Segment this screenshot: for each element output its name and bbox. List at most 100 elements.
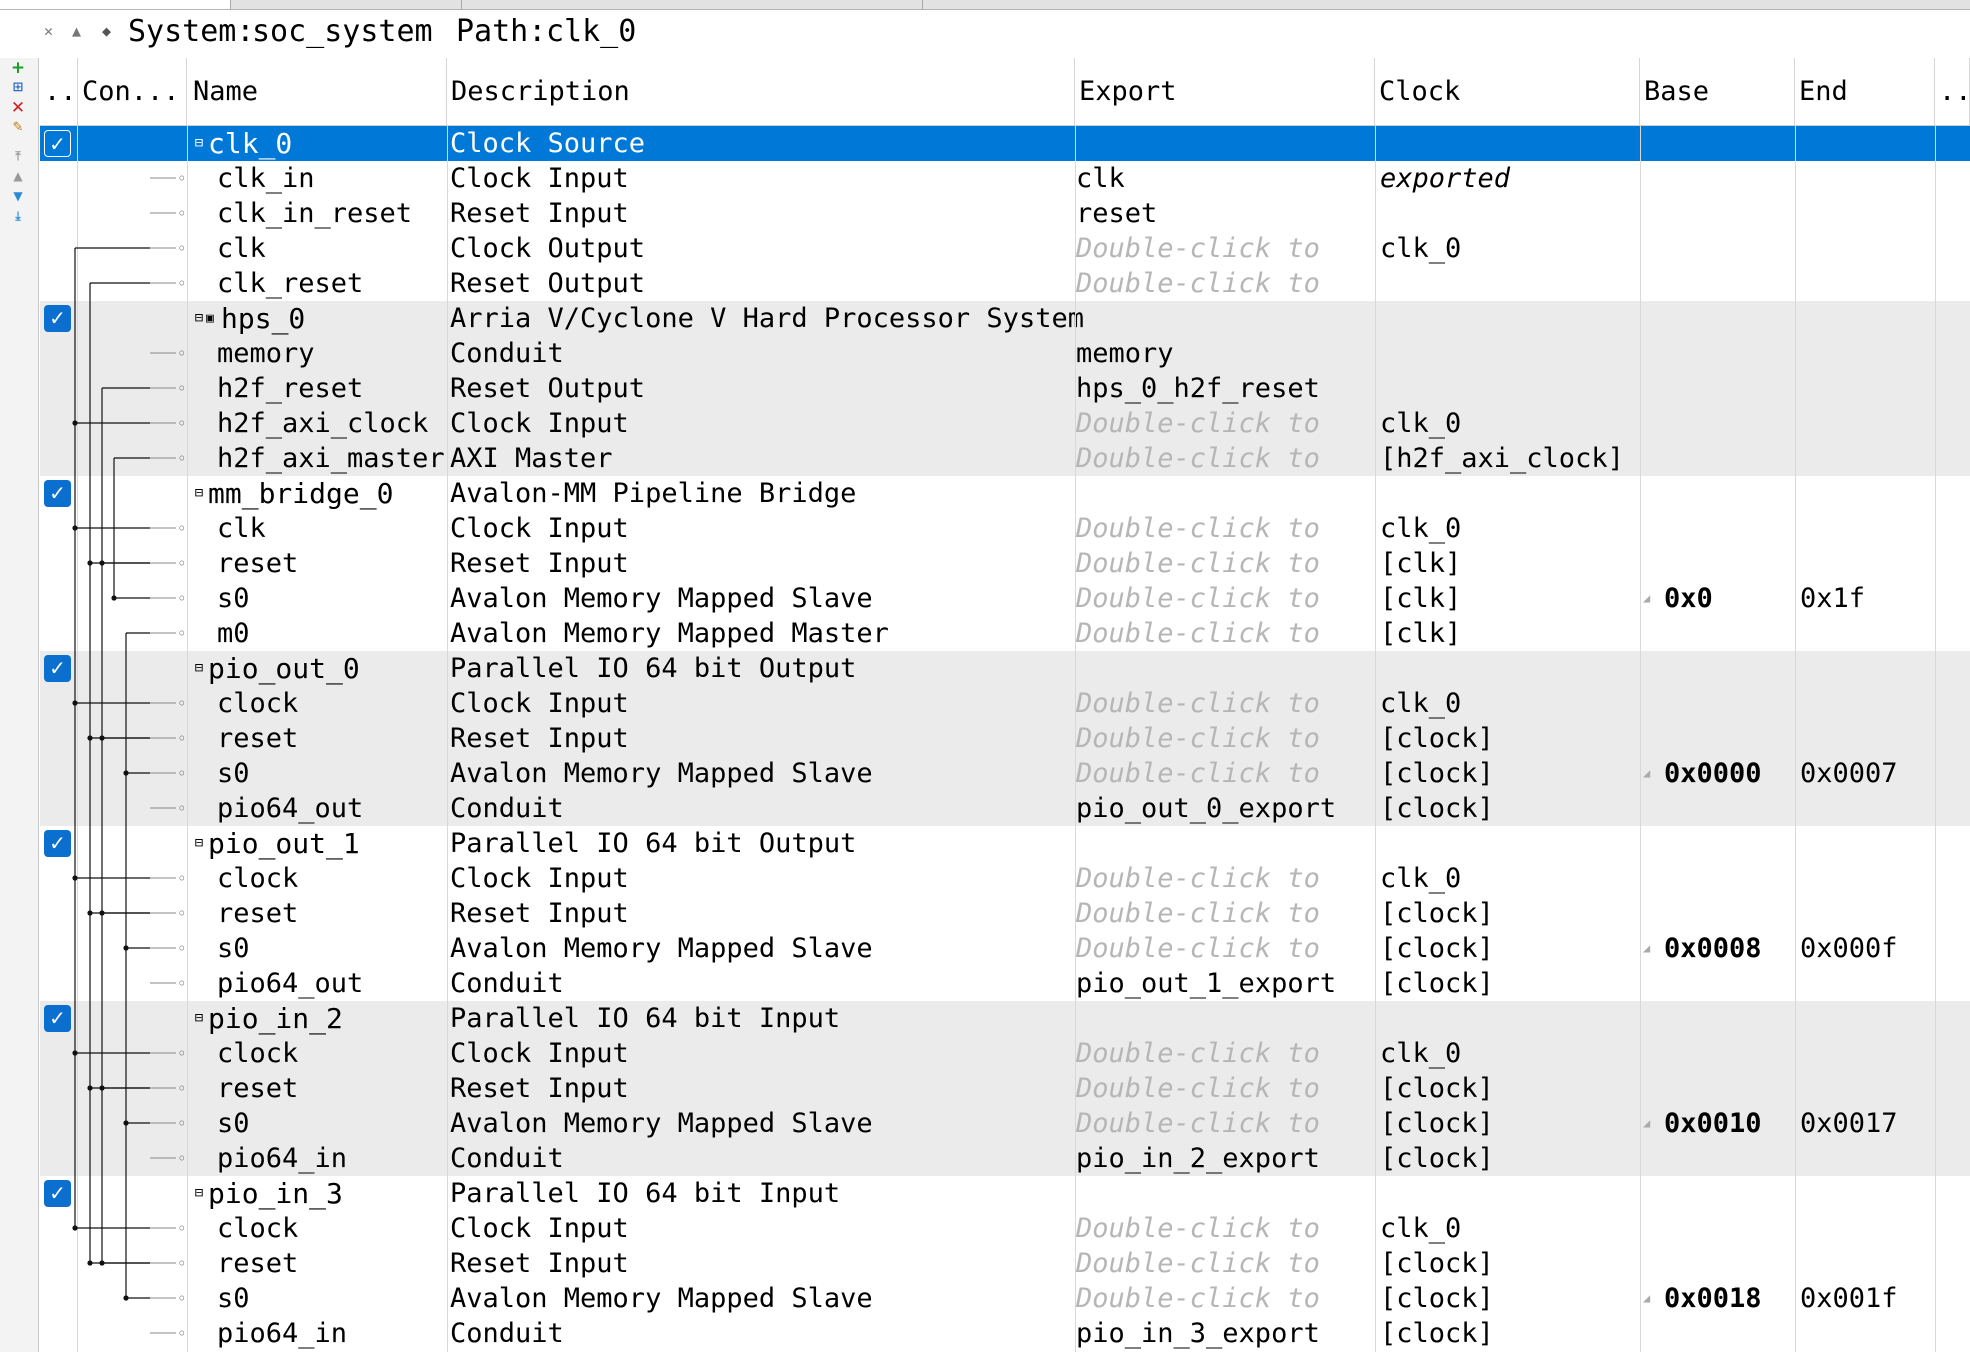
interface-row[interactable]: m0 Avalon Memory Mapped Master Double-clic… (40, 616, 1970, 651)
interface-row[interactable]: clk_in Clock Input clk exported ◦ (40, 161, 1970, 196)
export-name[interactable]: hps_0_h2f_reset (1076, 371, 1369, 406)
connection-dot[interactable] (99, 1085, 105, 1091)
interface-row[interactable]: pio64_in Conduit pio_in_3_export [clock] ◦ (40, 1316, 1970, 1351)
clock-value[interactable]: clk_0 (1380, 511, 1640, 546)
export-placeholder[interactable]: Double-click to (1076, 686, 1369, 721)
interface-row[interactable]: s0 Avalon Memory Mapped Slave Double-click… (40, 931, 1970, 966)
base-lock-icon[interactable]: ◢ (1643, 1281, 1650, 1316)
connection-dot[interactable] (123, 1120, 129, 1126)
clock-value[interactable]: [clk] (1380, 616, 1640, 651)
clock-value[interactable]: [clock] (1380, 721, 1640, 756)
col-use-header[interactable]: .. (40, 58, 78, 125)
clock-value[interactable]: [clock] (1380, 791, 1640, 826)
connection-dot[interactable] (72, 875, 78, 881)
export-name[interactable]: memory (1076, 336, 1369, 371)
interface-row[interactable]: clock Clock Input Double-click to clk_0 ◦ (40, 1211, 1970, 1246)
connection-dot[interactable] (99, 910, 105, 916)
connection-dot[interactable] (72, 1050, 78, 1056)
export-placeholder[interactable]: Double-click to (1076, 861, 1369, 896)
component-row[interactable]: ✓ ⊟ pio_in_3 Parallel IO 64 bit Input (40, 1176, 1970, 1211)
tab-system-contents[interactable] (0, 0, 231, 9)
connection-dot[interactable] (72, 525, 78, 531)
col-base-header[interactable]: Base (1640, 58, 1795, 125)
interface-row[interactable]: clk_reset Reset Output Double-click to ◦ (40, 266, 1970, 301)
export-placeholder[interactable]: Double-click to (1076, 1211, 1369, 1246)
col-clock-header[interactable]: Clock (1375, 58, 1640, 125)
base-lock-icon[interactable]: ◢ (1643, 756, 1650, 791)
base-address[interactable]: 0x0010 (1664, 1106, 1804, 1141)
clock-value[interactable]: clk_0 (1380, 406, 1640, 441)
component-row[interactable]: ✓ ⊟ mm_bridge_0 Avalon-MM Pipeline Bridge (40, 476, 1970, 511)
base-lock-icon[interactable]: ◢ (1643, 1106, 1650, 1141)
connection-dot[interactable] (111, 595, 117, 601)
export-placeholder[interactable]: Double-click to (1076, 231, 1369, 266)
base-address[interactable]: 0x0008 (1664, 931, 1804, 966)
collapse-panel-icon[interactable]: ▲ (72, 22, 81, 40)
clock-value[interactable]: [clock] (1380, 1141, 1640, 1176)
interface-row[interactable]: h2f_axi_master AXI Master Double-click to[… (40, 441, 1970, 476)
interface-row[interactable]: reset Reset Input Double-click to [clk] ◦ (40, 546, 1970, 581)
clock-value[interactable]: clk_0 (1380, 686, 1640, 721)
export-placeholder[interactable]: Double-click to (1076, 1036, 1369, 1071)
export-placeholder[interactable]: Double-click to (1076, 406, 1369, 441)
connection-dot[interactable] (72, 1225, 78, 1231)
interface-row[interactable]: reset Reset Input Double-click to [clock] ◦ (40, 721, 1970, 756)
base-address[interactable]: 0x0 (1664, 581, 1804, 616)
component-row[interactable]: ✓ ⊟ clk_0 Clock Source (40, 126, 1970, 161)
interface-row[interactable]: s0 Avalon Memory Mapped Slave Double-click… (40, 581, 1970, 616)
col-description-header[interactable]: Description (447, 58, 1075, 125)
connection-dot[interactable] (87, 1260, 93, 1266)
interface-row[interactable]: pio64_in Conduit pio_in_2_export [clock] ◦ (40, 1141, 1970, 1176)
connection-dot[interactable] (72, 420, 78, 426)
clock-value[interactable]: clk_0 (1380, 861, 1640, 896)
clock-value[interactable]: [clock] (1380, 931, 1640, 966)
connection-dot[interactable] (87, 1085, 93, 1091)
move-top-icon[interactable]: ⤒ (8, 146, 28, 166)
move-up-icon[interactable]: ▲ (8, 166, 28, 186)
add-icon[interactable]: + (8, 58, 28, 78)
base-lock-icon[interactable]: ◢ (1643, 931, 1650, 966)
interface-row[interactable]: h2f_axi_clock Clock Input Double-click to c… (40, 406, 1970, 441)
export-placeholder[interactable]: Double-click to (1076, 721, 1369, 756)
export-placeholder[interactable]: Double-click to (1076, 441, 1369, 476)
connection-dot[interactable] (123, 1295, 129, 1301)
col-name-header[interactable]: Name (187, 58, 447, 125)
clock-value[interactable]: [clock] (1380, 756, 1640, 791)
export-placeholder[interactable]: Double-click to (1076, 931, 1369, 966)
component-row[interactable]: ✓ ⊟ pio_out_0 Parallel IO 64 bit Output (40, 651, 1970, 686)
interface-row[interactable]: s0 Avalon Memory Mapped Slave Double-click… (40, 1281, 1970, 1316)
clock-value[interactable]: [clock] (1380, 1281, 1640, 1316)
interface-row[interactable]: pio64_out Conduit pio_out_1_export [clock] ◦ (40, 966, 1970, 1001)
clock-value[interactable]: [clk] (1380, 546, 1640, 581)
connection-dot[interactable] (87, 910, 93, 916)
connection-dot[interactable] (123, 770, 129, 776)
connection-dot[interactable] (72, 700, 78, 706)
export-placeholder[interactable]: Double-click to (1076, 581, 1369, 616)
interface-row[interactable]: clock Clock Input Double-click to clk_0 ◦ (40, 686, 1970, 721)
component-row[interactable]: ✓ ⊟ ▣ hps_0 Arria V/Cyclone V Hard Processor… (40, 301, 1970, 336)
clock-value[interactable]: [clk] (1380, 581, 1640, 616)
clock-value[interactable]: clk_0 (1380, 1036, 1640, 1071)
col-more-header[interactable]: .. (1935, 58, 1970, 125)
interface-row[interactable]: clk_in_reset Reset Input reset ◦ (40, 196, 1970, 231)
connection-dot[interactable] (123, 945, 129, 951)
col-export-header[interactable]: Export (1075, 58, 1375, 125)
add-connection-icon[interactable]: ⊞ (8, 78, 28, 98)
interface-row[interactable]: reset Reset Input Double-click to [clock] ◦ (40, 1071, 1970, 1106)
base-address[interactable]: 0x0000 (1664, 756, 1804, 791)
export-placeholder[interactable]: Double-click to (1076, 266, 1369, 301)
clock-value[interactable]: [clock] (1380, 896, 1640, 931)
clock-value[interactable]: [h2f_axi_clock] (1380, 441, 1640, 476)
export-name[interactable]: pio_out_0_export (1076, 791, 1369, 826)
export-placeholder[interactable]: Double-click to (1076, 1106, 1369, 1141)
tab-interconnect[interactable] (462, 0, 923, 9)
interface-row[interactable]: memory Conduit memory ◦ (40, 336, 1970, 371)
clock-value[interactable]: [clock] (1380, 1071, 1640, 1106)
export-placeholder[interactable]: Double-click to (1076, 896, 1369, 931)
clock-value[interactable]: clk_0 (1380, 1211, 1640, 1246)
component-row[interactable]: ✓ ⊟ pio_out_1 Parallel IO 64 bit Output (40, 826, 1970, 861)
export-name[interactable]: pio_out_1_export (1076, 966, 1369, 1001)
export-placeholder[interactable]: Double-click to (1076, 1246, 1369, 1281)
component-row[interactable]: ✓ ⊟ pio_in_2 Parallel IO 64 bit Input (40, 1001, 1970, 1036)
interface-row[interactable]: s0 Avalon Memory Mapped Slave Double-click… (40, 1106, 1970, 1141)
